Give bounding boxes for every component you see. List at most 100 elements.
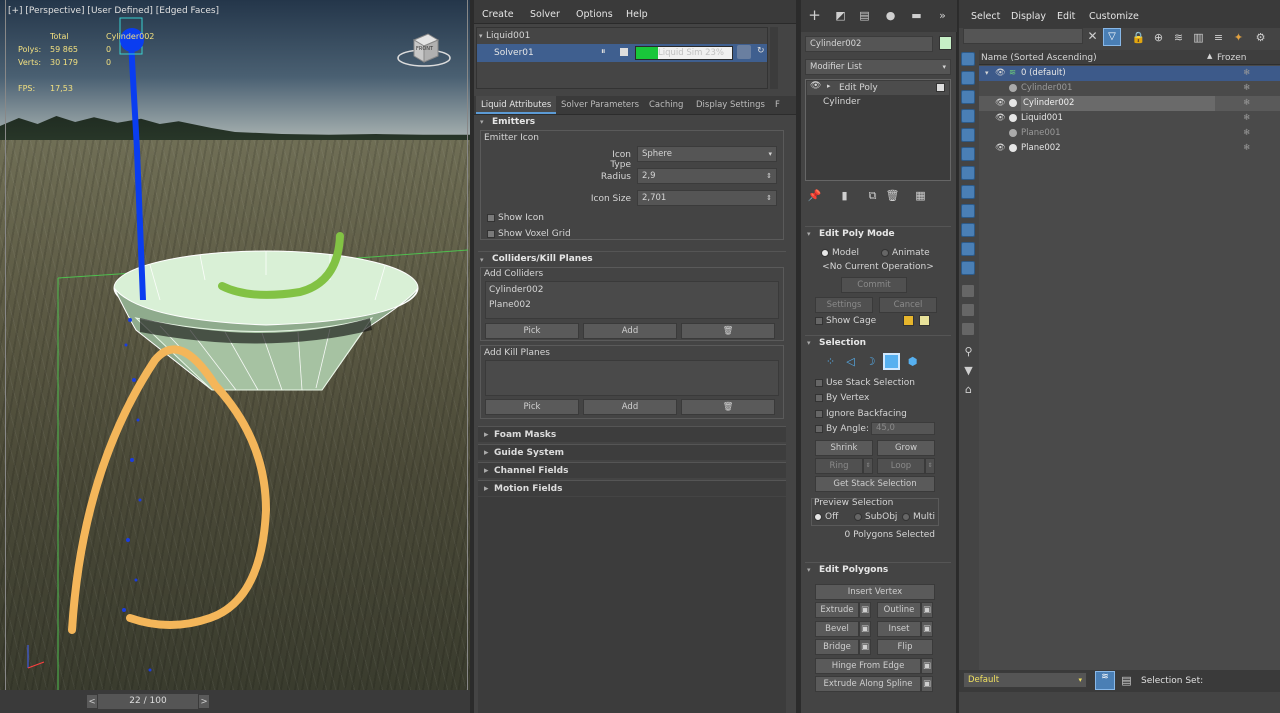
edge-mode-icon[interactable]: ◁ xyxy=(843,354,858,369)
groups-filter-icon[interactable] xyxy=(961,166,975,180)
inset-settings-icon[interactable]: ▣ xyxy=(921,621,933,637)
object-name[interactable]: Cylinder002 xyxy=(1021,96,1215,111)
object-color-swatch[interactable] xyxy=(939,36,952,50)
menu-edit[interactable]: Edit xyxy=(1057,11,1075,22)
ring-spinner-icon[interactable]: ⇕ xyxy=(863,458,873,474)
eye-icon[interactable]: 👁 xyxy=(810,81,821,91)
expand-arrow-icon[interactable]: ▾ xyxy=(985,66,989,81)
eye-icon[interactable]: 👁 xyxy=(995,66,1006,81)
scene-object-row[interactable]: 👁 Plane002 ❄ xyxy=(979,141,1280,156)
cache-icon[interactable] xyxy=(737,45,751,59)
solver-list-scrollbar[interactable] xyxy=(770,27,778,89)
shapes-filter-icon[interactable] xyxy=(961,71,975,85)
menu-select[interactable]: Select xyxy=(971,11,1000,22)
make-unique-icon[interactable]: ⧉ xyxy=(865,188,880,203)
containers-filter-icon[interactable] xyxy=(961,223,975,237)
emitters-title[interactable]: Emitters xyxy=(492,117,535,127)
collider-item[interactable]: Plane002 xyxy=(489,300,531,310)
lights-filter-icon[interactable] xyxy=(961,90,975,104)
show-voxel-grid-checkbox[interactable]: Show Voxel Grid xyxy=(487,229,571,239)
xrefs-filter-icon[interactable] xyxy=(961,185,975,199)
remove-modifier-icon[interactable]: 🗑 xyxy=(885,188,900,203)
pause-icon[interactable]: ⏸ xyxy=(601,47,606,57)
preview-multi-radio[interactable]: Multi xyxy=(902,512,935,522)
stack-down-icon[interactable]: ≡ xyxy=(1211,30,1226,45)
vertex-mode-icon[interactable]: ⁘ xyxy=(823,354,838,369)
collapse-icon[interactable]: ▾ xyxy=(480,118,484,126)
inset-button[interactable]: Inset xyxy=(877,621,921,637)
add-kill-plane-button[interactable]: Add xyxy=(583,399,677,415)
animate-radio[interactable]: Animate xyxy=(881,248,930,258)
extrude-along-spline-button[interactable]: Extrude Along Spline xyxy=(815,676,921,692)
hinge-from-edge-button[interactable]: Hinge From Edge xyxy=(815,658,921,674)
stack-item-checkbox[interactable] xyxy=(936,83,945,92)
collapse-icon[interactable]: ▾ xyxy=(480,256,484,264)
scene-object-row[interactable]: 👁 Cylinder002 ❄ xyxy=(979,96,1280,111)
prev-frame-button[interactable]: < xyxy=(86,694,98,709)
pick-collider-button[interactable]: Pick xyxy=(485,323,579,339)
icon-size-spinner[interactable]: 2,701 ⇕ xyxy=(637,190,777,206)
element-mode-icon[interactable]: ⬢ xyxy=(905,354,920,369)
menu-help[interactable]: Help xyxy=(626,9,648,20)
show-cage-checkbox[interactable]: Show Cage xyxy=(815,316,876,326)
preview-off-radio[interactable]: Off xyxy=(814,512,838,522)
colliders-list[interactable]: Cylinder002 Plane002 xyxy=(485,281,779,319)
frozen-column-header[interactable]: Frozen xyxy=(1217,53,1247,63)
collapse-icon[interactable]: ▾ xyxy=(807,230,811,238)
display-tab-icon[interactable]: ▬ xyxy=(909,8,924,23)
bevel-button[interactable]: Bevel xyxy=(815,621,859,637)
more-tabs-icon[interactable]: » xyxy=(935,8,950,23)
rollout-motion-fields[interactable]: Motion Fields xyxy=(478,480,786,497)
hinge-settings-icon[interactable]: ▣ xyxy=(921,658,933,674)
rollout-guide-system[interactable]: Guide System xyxy=(478,444,786,461)
edit-poly-mode-title[interactable]: Edit Poly Mode xyxy=(819,229,895,239)
object-name-field[interactable]: Cylinder002 xyxy=(805,36,933,52)
create-layer-icon[interactable]: ⊕ xyxy=(1151,30,1166,45)
delete-collider-button[interactable]: 🗑 xyxy=(681,323,775,339)
hidden-filter-icon[interactable] xyxy=(961,261,975,275)
pin-stack-icon[interactable]: 📌 xyxy=(807,188,822,203)
invert-display-icon[interactable] xyxy=(961,322,975,336)
ignore-backfacing-checkbox[interactable]: Ignore Backfacing xyxy=(815,409,907,419)
layer-name[interactable]: 0 (default) xyxy=(1021,66,1066,81)
options-icon[interactable]: ⚙ xyxy=(1253,30,1268,45)
add-collider-button[interactable]: Add xyxy=(583,323,677,339)
show-icon-checkbox[interactable]: Show Icon xyxy=(487,213,544,223)
outline-settings-icon[interactable]: ▣ xyxy=(921,602,933,618)
hierarchy-explorer-icon[interactable]: ▤ xyxy=(1119,673,1134,688)
spinner-icon[interactable]: ⇕ xyxy=(766,191,772,205)
expand-arrow-icon[interactable]: ▸ xyxy=(827,82,831,90)
menu-customize[interactable]: Customize xyxy=(1089,11,1139,22)
filter-icon[interactable]: ▽ xyxy=(1103,28,1121,46)
polygon-mode-icon[interactable] xyxy=(883,353,900,370)
clear-search-icon[interactable]: ✕ xyxy=(1085,29,1100,44)
spinner-icon[interactable]: ⇕ xyxy=(766,169,772,183)
frozen-filter-icon[interactable] xyxy=(961,242,975,256)
layer-row[interactable]: ▾ 👁 ≋ 0 (default) ❄ xyxy=(979,66,1280,81)
grow-button[interactable]: Grow xyxy=(877,440,935,456)
flip-button[interactable]: Flip xyxy=(877,639,933,655)
spacewarps-filter-icon[interactable] xyxy=(961,147,975,161)
menu-options[interactable]: Options xyxy=(576,9,613,20)
solver-name[interactable]: Solver01 xyxy=(494,48,534,58)
stack-icon[interactable]: ▥ xyxy=(1191,30,1206,45)
eye-icon[interactable]: 👁 xyxy=(995,96,1006,111)
viewport-label[interactable]: [+] [Perspective] [User Defined] [Edged … xyxy=(8,6,219,16)
show-end-result-icon[interactable]: ▮ xyxy=(837,188,852,203)
scene-object-row[interactable]: Plane001 ❄ xyxy=(979,126,1280,141)
tab-solver-parameters[interactable]: Solver Parameters xyxy=(556,96,644,114)
edit-polygons-title[interactable]: Edit Polygons xyxy=(819,565,888,575)
scene-search-input[interactable] xyxy=(963,28,1083,44)
layer-explorer-icon[interactable]: ≋ xyxy=(1095,671,1115,690)
tab-more[interactable]: F xyxy=(770,96,785,114)
eye-icon[interactable]: 👁 xyxy=(995,111,1006,126)
hierarchy-tab-icon[interactable]: ▤ xyxy=(857,8,872,23)
stack-item-edit-poly[interactable]: 👁 ▸ Edit Poly xyxy=(807,81,949,95)
explorer-dropdown[interactable]: Default ▾ xyxy=(963,672,1087,688)
perspective-viewport[interactable]: FRONT [+] [Perspective] [User Defined] [… xyxy=(0,0,470,690)
extrude-button[interactable]: Extrude xyxy=(815,602,859,618)
extrude-spline-settings-icon[interactable]: ▣ xyxy=(921,676,933,692)
object-name[interactable]: Liquid001 xyxy=(1021,111,1063,126)
collapse-icon[interactable]: ▾ xyxy=(807,339,811,347)
snowflake-icon[interactable]: ❄ xyxy=(1243,126,1250,141)
